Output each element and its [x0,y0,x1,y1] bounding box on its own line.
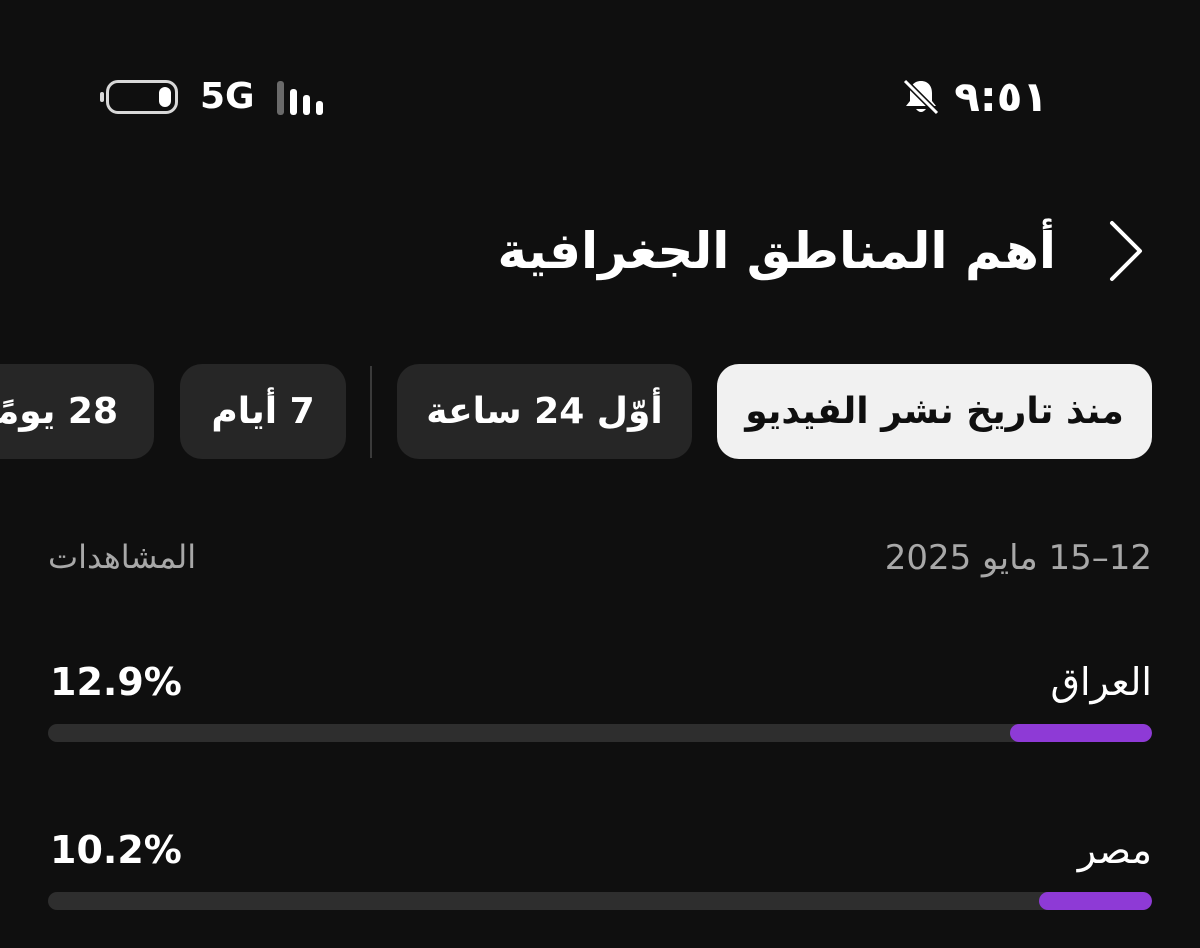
page-title: أهم المناطق الجغرافية [497,222,1057,280]
date-range: 12–15 مايو 2025 [884,538,1152,578]
region-percent: 12.9% [50,660,182,704]
region-row: العراق 12.9% [48,654,1152,764]
region-percent: 10.2% [50,828,182,872]
status-bar-right: ٩:٥١ [900,72,1048,122]
network-type: 5G [200,76,255,117]
filter-chip-since-published[interactable]: منذ تاريخ نشر الفيديو [717,364,1152,459]
filter-divider [370,366,372,458]
signal-bar [302,95,310,115]
region-progress-track [48,892,1152,910]
region-row: مصر 10.2% [48,822,1152,932]
filter-chip-label: 7 أيام [211,391,315,432]
signal-icon [276,79,323,115]
filter-chip-first-24-hours[interactable]: أوّل 24 ساعة [397,364,692,459]
status-time: ٩:٥١ [954,72,1048,121]
region-progress-fill [1039,892,1152,910]
filter-chip-label: منذ تاريخ نشر الفيديو [745,391,1124,432]
signal-bar [315,101,323,115]
battery-icon [100,80,178,114]
views-column-label: المشاهدات [48,538,197,576]
filter-chip-28-days[interactable]: 28 يومًا [0,364,154,459]
signal-bar [289,89,297,115]
region-name: العراق [1050,660,1152,704]
bell-muted-icon [903,78,940,116]
back-button[interactable] [1098,218,1154,284]
status-bar-left: 5G [100,74,323,120]
battery-level-fill [159,87,171,107]
chevron-back-icon [1110,221,1142,281]
region-name: مصر [1077,828,1152,872]
filter-chip-label: 28 يومًا [0,391,118,432]
filter-chip-label: أوّل 24 ساعة [426,391,663,432]
geo-analytics-screen: 5G ٩:٥١ أهم المناطق الجغرافية منذ تاريخ … [0,0,1200,948]
filter-chip-7-days[interactable]: 7 أيام [180,364,346,459]
region-progress-track [48,724,1152,742]
region-progress-fill [1009,724,1152,742]
signal-bar [276,81,284,115]
